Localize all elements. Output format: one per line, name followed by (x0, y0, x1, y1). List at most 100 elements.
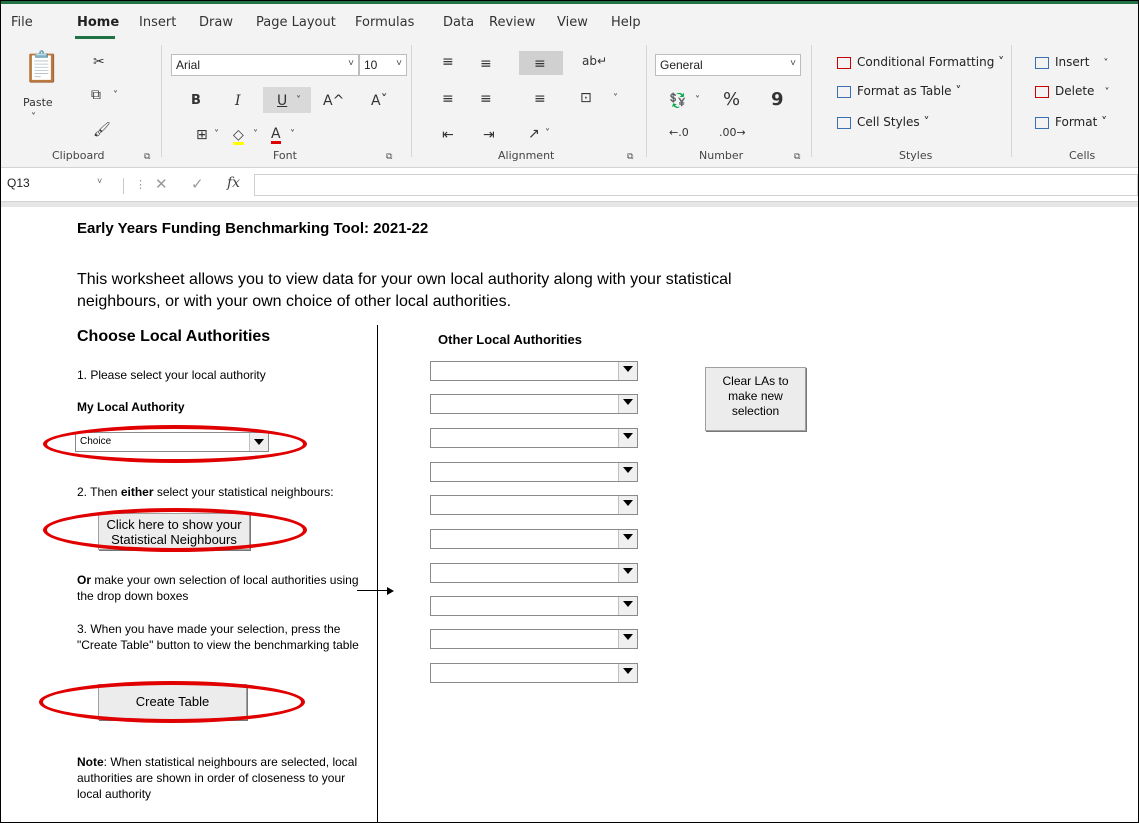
conditional-formatting-button[interactable]: Conditional Formatting ˅ (837, 55, 1004, 69)
other-la-dropdown[interactable] (430, 663, 638, 683)
font-group-label: Font (273, 149, 297, 162)
copy-dropdown-icon[interactable]: ˅ (113, 91, 118, 101)
other-la-dropdown[interactable] (430, 361, 638, 381)
paste-label[interactable]: Paste (23, 97, 53, 108)
tab-file[interactable]: File (11, 15, 33, 30)
tab-formulas[interactable]: Formulas (355, 15, 414, 30)
increase-indent-icon[interactable]: ⇥ (483, 128, 495, 142)
dropdown-arrow-icon[interactable] (618, 429, 637, 447)
cell-styles-button[interactable]: Cell Styles ˅ (837, 115, 929, 129)
delete-cells-icon (1035, 85, 1049, 98)
font-color-button[interactable]: A (271, 127, 281, 144)
title-accent (1, 1, 1138, 4)
other-la-dropdown[interactable] (430, 629, 638, 649)
align-left-icon[interactable]: ≡ (442, 92, 454, 106)
dropdown-arrow-icon[interactable] (618, 395, 637, 413)
dropdown-arrow-icon[interactable] (618, 463, 637, 481)
other-la-dropdown[interactable] (430, 563, 638, 583)
cancel-icon[interactable]: ✕ (155, 175, 168, 193)
tab-data[interactable]: Data (443, 15, 474, 30)
percent-button[interactable]: % (723, 91, 740, 109)
align-right-icon[interactable]: ≡ (534, 92, 546, 106)
tab-help[interactable]: Help (611, 15, 641, 30)
wrap-text-icon[interactable]: ab↵ (582, 55, 607, 67)
paste-dropdown-icon[interactable]: ˅ (31, 113, 36, 123)
dropdown-arrow-icon[interactable] (618, 664, 637, 682)
currency-dropdown-icon[interactable]: ˅ (695, 96, 700, 106)
dropdown-arrow-icon[interactable] (618, 564, 637, 582)
dropdown-arrow-icon[interactable] (618, 597, 637, 615)
orientation-dropdown-icon[interactable]: ˅ (545, 129, 550, 139)
tab-page-layout[interactable]: Page Layout (256, 15, 336, 30)
clear-las-button[interactable]: Clear LAs to make new selection (705, 367, 806, 431)
number-format-value: General (660, 58, 703, 72)
other-la-dropdown[interactable] (430, 495, 638, 515)
font-size-combo[interactable]: 10 ˅ (359, 54, 407, 76)
shrink-font-button[interactable]: Aˇ (371, 94, 388, 108)
step2-text: 2. Then either select your statistical n… (77, 484, 334, 500)
conditional-formatting-label: Conditional Formatting ˅ (857, 55, 1005, 69)
formula-input[interactable] (254, 174, 1138, 196)
number-launcher-icon[interactable]: ⧉ (794, 151, 800, 162)
note-rest: : When statistical neighbours are select… (77, 755, 358, 801)
dropdown-arrow-icon[interactable] (618, 630, 637, 648)
align-bottom-icon[interactable]: ≡ (534, 57, 546, 71)
tab-draw[interactable]: Draw (199, 15, 233, 30)
decrease-decimal-icon[interactable]: .00→ (719, 127, 746, 138)
other-la-dropdown[interactable] (430, 394, 638, 414)
underline-button[interactable]: U (277, 94, 287, 108)
borders-dropdown-icon[interactable]: ˅ (214, 130, 219, 140)
comma-button[interactable]: 9 (771, 91, 784, 109)
number-format-combo[interactable]: General ˅ (655, 54, 801, 76)
other-la-dropdown[interactable] (430, 529, 638, 549)
merge-center-icon[interactable]: ⊡ (580, 91, 592, 105)
grow-font-button[interactable]: A^ (323, 94, 344, 108)
italic-button[interactable]: I (235, 94, 241, 108)
fill-dropdown-icon[interactable]: ˅ (253, 130, 258, 140)
dropdown-arrow-icon[interactable] (618, 496, 637, 514)
cut-icon[interactable]: ✂ (93, 55, 105, 69)
bold-button[interactable]: B (191, 94, 201, 107)
enter-icon[interactable]: ✓ (191, 175, 204, 193)
fill-color-icon[interactable]: ◇ (233, 128, 244, 145)
name-box-dropdown-icon[interactable]: ˅ (97, 176, 102, 186)
delete-cells-button[interactable]: Delete ˅ (1035, 84, 1109, 98)
underline-dropdown-icon[interactable]: ˅ (296, 96, 301, 106)
tab-home[interactable]: Home (77, 15, 119, 30)
currency-icon[interactable]: 💱 (669, 94, 686, 108)
dropdown-arrow-icon[interactable] (618, 530, 637, 548)
other-la-dropdown[interactable] (430, 462, 638, 482)
copy-icon[interactable]: ⧉ (91, 88, 101, 102)
font-launcher-icon[interactable]: ⧉ (386, 151, 392, 162)
format-as-table-icon (837, 85, 851, 98)
align-center-icon[interactable]: ≡ (480, 92, 492, 106)
align-top-icon[interactable]: ≡ (442, 55, 454, 69)
step1-text: 1. Please select your local authority (77, 368, 266, 382)
decrease-indent-icon[interactable]: ⇤ (442, 128, 454, 142)
other-la-dropdown[interactable] (430, 428, 638, 448)
worksheet: Early Years Funding Benchmarking Tool: 2… (1, 207, 1138, 822)
insert-cells-button[interactable]: Insert ˅ (1035, 55, 1108, 69)
tab-insert[interactable]: Insert (139, 15, 176, 30)
format-painter-icon[interactable]: 🖌 (93, 123, 111, 137)
merge-dropdown-icon[interactable]: ˅ (613, 94, 618, 104)
increase-decimal-icon[interactable]: ←.0 (669, 127, 689, 138)
format-cells-label: Format ˅ (1055, 115, 1108, 129)
align-middle-icon[interactable]: ≡ (480, 57, 492, 71)
dropdown-arrow-icon[interactable] (618, 362, 637, 380)
alignment-launcher-icon[interactable]: ⧉ (627, 151, 633, 162)
insert-function-button[interactable]: fx (227, 175, 240, 191)
paste-icon[interactable]: 📋 (23, 53, 60, 83)
step2-prefix: 2. Then (77, 485, 121, 499)
borders-icon[interactable]: ⊞ (196, 128, 208, 142)
other-la-dropdown[interactable] (430, 596, 638, 616)
tab-review[interactable]: Review (489, 15, 535, 30)
format-cells-button[interactable]: Format ˅ (1035, 115, 1107, 129)
name-box[interactable]: Q13 ˅ (7, 176, 119, 196)
orientation-icon[interactable]: ↗ (528, 127, 540, 141)
clipboard-launcher-icon[interactable]: ⧉ (144, 151, 150, 162)
tab-view[interactable]: View (557, 15, 588, 30)
format-as-table-button[interactable]: Format as Table ˅ (837, 84, 961, 98)
font-name-combo[interactable]: Arial ˅ (171, 54, 359, 76)
font-color-dropdown-icon[interactable]: ˅ (290, 130, 295, 140)
